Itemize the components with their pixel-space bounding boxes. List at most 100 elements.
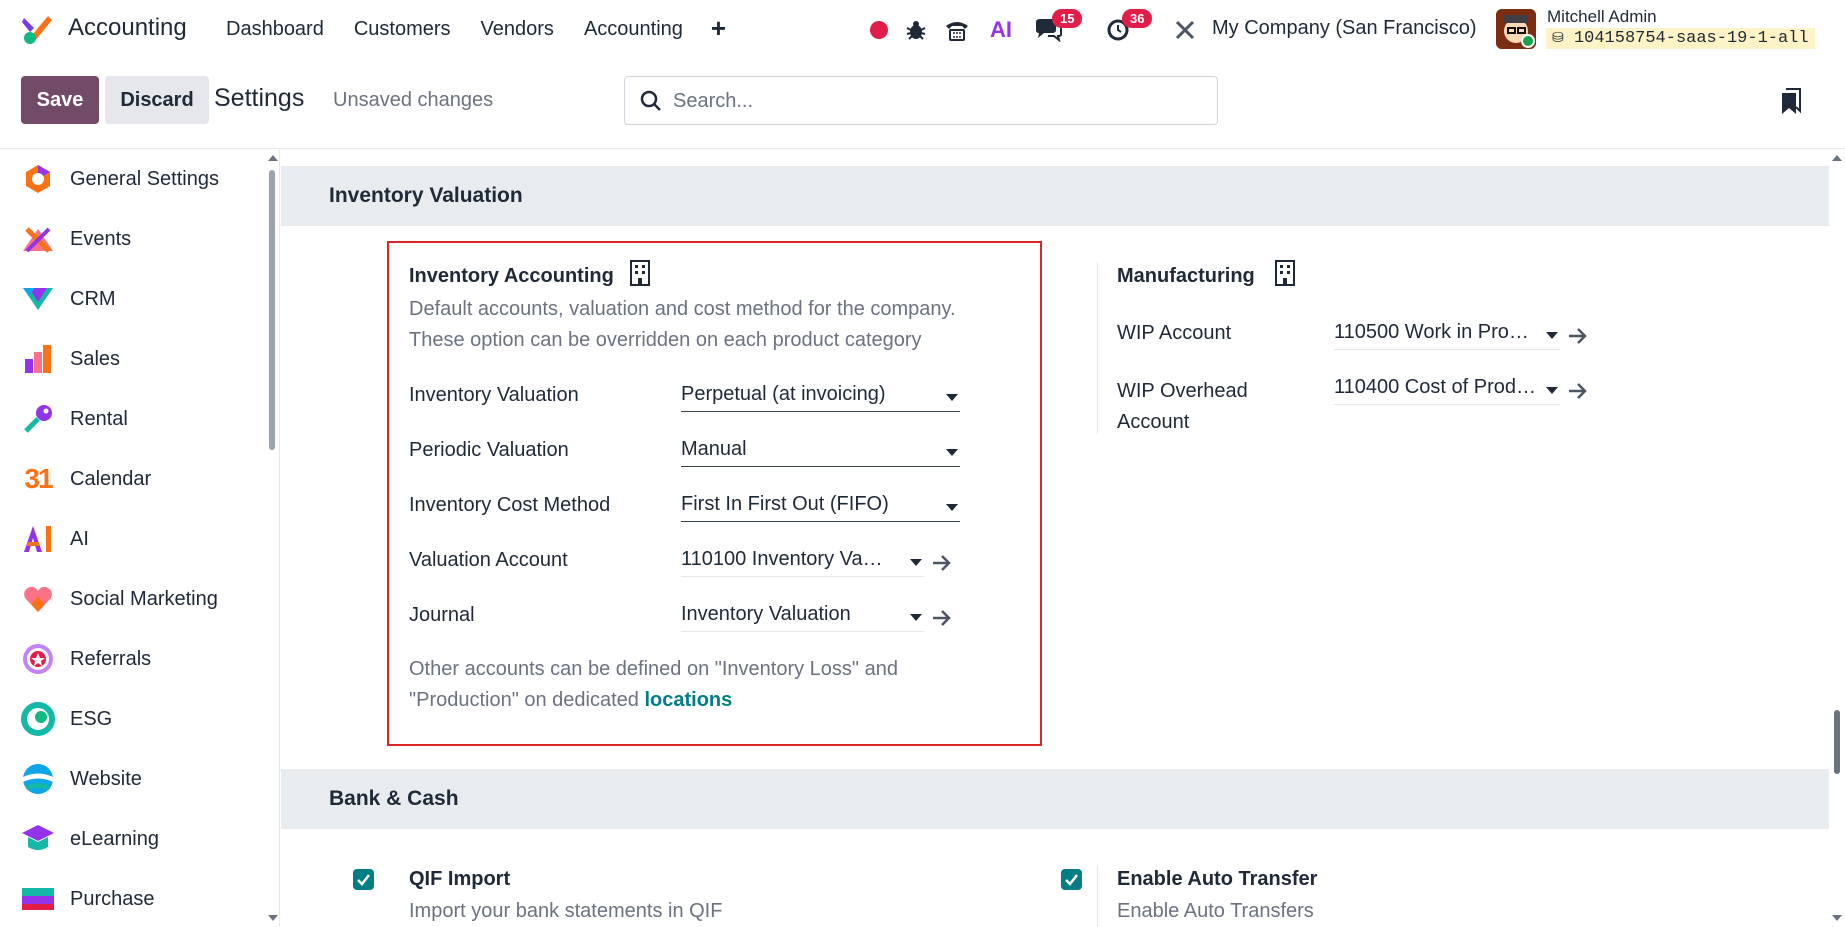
activity-clock-icon[interactable]: 36 bbox=[1100, 9, 1153, 48]
app-name[interactable]: Accounting bbox=[68, 14, 187, 42]
journal-value: Inventory Valuation bbox=[681, 603, 851, 625]
events-icon bbox=[20, 221, 56, 257]
main-scrollbar-thumb[interactable] bbox=[1834, 710, 1840, 774]
chevron-down-icon bbox=[1546, 387, 1558, 394]
inventory-valuation-select[interactable]: Perpetual (at invoicing) bbox=[681, 382, 960, 412]
sidebar-item-elearning[interactable]: eLearning bbox=[20, 819, 159, 859]
messaging-icon[interactable]: 15 bbox=[1030, 9, 1083, 48]
section-title: Inventory Valuation bbox=[329, 184, 523, 207]
other-accounts-note: Other accounts can be defined on "Invent… bbox=[409, 654, 898, 716]
section-header-bank-cash: Bank & Cash bbox=[281, 769, 1829, 829]
crm-icon bbox=[20, 281, 56, 317]
inventory-valuation-label: Inventory Valuation bbox=[409, 384, 579, 406]
wip-account-input[interactable]: 110500 Work in Pro… bbox=[1334, 320, 1560, 350]
inventory-cost-method-value: First In First Out (FIFO) bbox=[681, 493, 889, 515]
wip-overhead-account-input[interactable]: 110400 Cost of Prod… bbox=[1334, 375, 1560, 405]
sidebar-item-events[interactable]: Events bbox=[20, 219, 131, 259]
internal-link-arrow-icon[interactable] bbox=[1567, 326, 1589, 346]
sidebar-item-esg[interactable]: ESG bbox=[20, 699, 112, 739]
qif-import-title: QIF Import bbox=[409, 868, 511, 890]
save-button[interactable]: Save bbox=[21, 76, 99, 124]
sidebar-item-referrals[interactable]: Referrals bbox=[20, 639, 151, 679]
qif-import-description: Import your bank statements in QIF bbox=[409, 900, 723, 922]
control-panel: Save Discard Settings Unsaved changes bbox=[0, 59, 1845, 149]
ai-icon bbox=[20, 521, 56, 557]
sidebar-item-rental[interactable]: Rental bbox=[20, 399, 128, 439]
chevron-down-icon bbox=[946, 449, 958, 456]
description-line-1: Default accounts, valuation and cost met… bbox=[409, 298, 956, 320]
social-marketing-icon bbox=[20, 581, 56, 617]
bookmark-icon[interactable] bbox=[1780, 87, 1802, 115]
recording-icon[interactable] bbox=[868, 12, 890, 48]
sidebar-item-ai[interactable]: AI bbox=[20, 519, 89, 559]
internal-link-arrow-icon[interactable] bbox=[1567, 381, 1589, 401]
sidebar-item-label: Purchase bbox=[70, 887, 155, 910]
main-scroll-up-icon[interactable] bbox=[1832, 155, 1842, 161]
company-switcher[interactable]: My Company (San Francisco) bbox=[1212, 17, 1477, 40]
periodic-valuation-label: Periodic Valuation bbox=[409, 439, 569, 461]
wip-overhead-account-label: WIP Overhead Account bbox=[1117, 376, 1248, 438]
debug-bug-icon[interactable] bbox=[902, 12, 930, 48]
chevron-down-icon bbox=[1546, 332, 1558, 339]
page-title: Settings bbox=[214, 84, 305, 112]
valuation-account-value: 110100 Inventory Va… bbox=[681, 548, 883, 570]
sidebar-item-website[interactable]: Website bbox=[20, 759, 142, 799]
user-name[interactable]: Mitchell Admin bbox=[1547, 7, 1657, 27]
sidebar-item-label: Referrals bbox=[70, 647, 152, 670]
internal-link-arrow-icon[interactable] bbox=[931, 608, 953, 628]
menu-accounting[interactable]: Accounting bbox=[584, 18, 683, 41]
rental-icon bbox=[20, 401, 56, 437]
sidebar-item-sales[interactable]: Sales bbox=[20, 339, 120, 379]
chat-badge: 15 bbox=[1052, 9, 1083, 28]
sidebar-item-calendar[interactable]: 31 Calendar bbox=[20, 459, 151, 499]
sidebar-scroll-up-icon[interactable] bbox=[268, 155, 278, 161]
sidebar-item-label: General Settings bbox=[70, 167, 219, 190]
valuation-account-input[interactable]: 110100 Inventory Va… bbox=[681, 547, 924, 577]
sidebar-item-purchase[interactable]: Purchase bbox=[20, 879, 155, 919]
settings-sidebar: General Settings Events CRM Sales Rental… bbox=[0, 150, 280, 927]
purchase-icon bbox=[20, 881, 56, 917]
sidebar-item-crm[interactable]: CRM bbox=[20, 279, 116, 319]
settings-tools-icon[interactable] bbox=[1170, 12, 1200, 48]
search-bar[interactable] bbox=[624, 76, 1218, 125]
calendar-icon-text: 31 bbox=[24, 463, 53, 494]
voip-phone-icon[interactable] bbox=[942, 12, 972, 48]
sidebar-item-social-marketing[interactable]: Social Marketing bbox=[20, 579, 218, 619]
journal-label: Journal bbox=[409, 604, 475, 626]
menu-vendors[interactable]: Vendors bbox=[481, 18, 554, 41]
accounting-app-icon[interactable] bbox=[20, 12, 54, 46]
sales-icon bbox=[20, 341, 56, 377]
sidebar-item-label: Sales bbox=[70, 347, 121, 370]
search-input[interactable] bbox=[673, 87, 1193, 115]
sidebar-item-label: ESG bbox=[70, 707, 113, 730]
menu-dashboard[interactable]: Dashboard bbox=[226, 18, 324, 41]
sidebar-item-general-settings[interactable]: General Settings bbox=[20, 159, 219, 199]
inventory-cost-method-select[interactable]: First In First Out (FIFO) bbox=[681, 492, 960, 522]
sidebar-scroll-down-icon[interactable] bbox=[268, 915, 278, 921]
discard-button[interactable]: Discard bbox=[105, 76, 209, 124]
website-icon bbox=[20, 761, 56, 797]
database-icon: ⛁ bbox=[1552, 31, 1564, 47]
sidebar-item-label: Rental bbox=[70, 407, 128, 430]
ai-label: AI bbox=[990, 17, 1012, 42]
journal-input[interactable]: Inventory Valuation bbox=[681, 602, 924, 632]
wip-overhead-account-value: 110400 Cost of Prod… bbox=[1334, 376, 1536, 398]
column-divider bbox=[1097, 262, 1098, 434]
sidebar-scrollbar-thumb[interactable] bbox=[269, 170, 275, 450]
sidebar-item-label: Website bbox=[70, 767, 142, 790]
note-line-1: Other accounts can be defined on "Invent… bbox=[409, 658, 898, 680]
search-icon bbox=[640, 90, 661, 111]
sidebar-item-label: Social Marketing bbox=[70, 587, 218, 610]
column-divider bbox=[1097, 865, 1098, 927]
ai-icon[interactable]: AI bbox=[986, 12, 1016, 48]
locations-link[interactable]: locations bbox=[644, 689, 732, 711]
general-settings-icon bbox=[20, 161, 56, 197]
auto-transfer-checkbox[interactable] bbox=[1061, 869, 1082, 890]
internal-link-arrow-icon[interactable] bbox=[931, 553, 953, 573]
new-menu-plus-icon[interactable]: + bbox=[711, 15, 726, 41]
menu-customers[interactable]: Customers bbox=[354, 18, 451, 41]
periodic-valuation-select[interactable]: Manual bbox=[681, 437, 960, 467]
qif-import-checkbox[interactable] bbox=[353, 869, 374, 890]
company-building-icon bbox=[630, 260, 650, 286]
main-scroll-down-icon[interactable] bbox=[1832, 915, 1842, 921]
